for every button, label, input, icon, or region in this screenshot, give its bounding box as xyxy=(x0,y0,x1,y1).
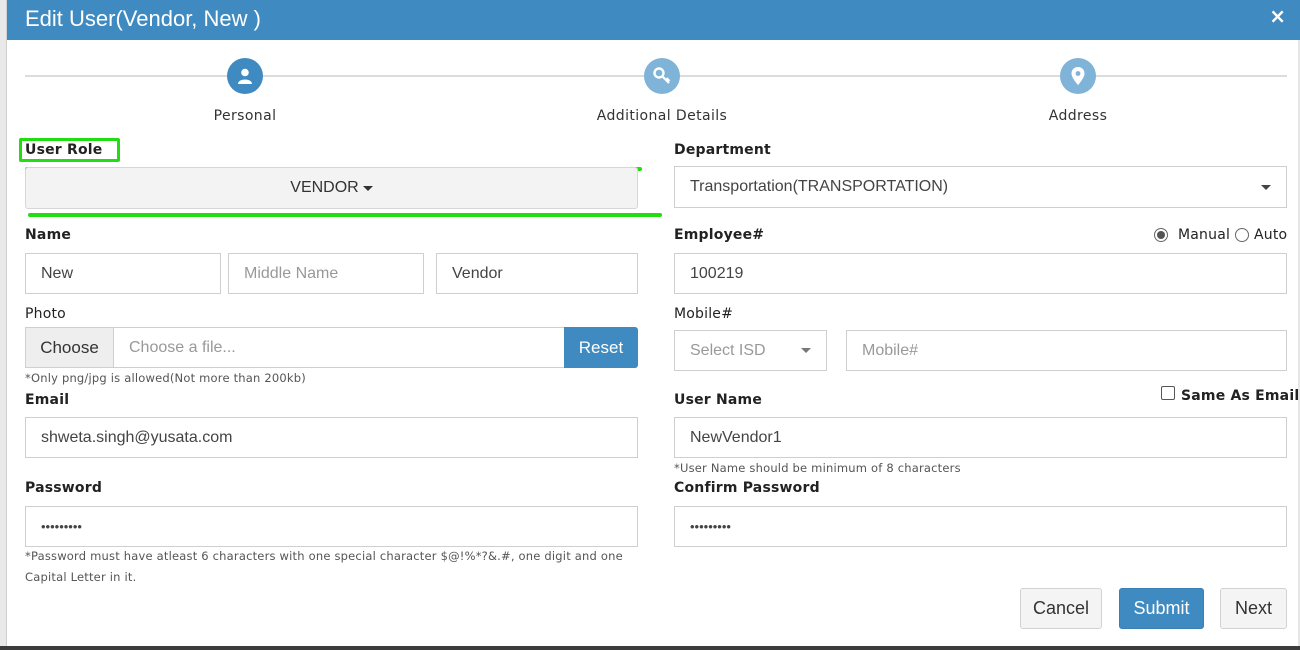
map-marker-icon xyxy=(1071,67,1085,85)
auto-radio-label: Auto xyxy=(1254,227,1288,243)
photo-label: Photo xyxy=(25,306,66,322)
step-additional-details[interactable] xyxy=(644,58,680,94)
password-hint-line2: Capital Letter in it. xyxy=(25,570,137,584)
close-icon[interactable]: × xyxy=(1269,4,1286,28)
cancel-button[interactable]: Cancel xyxy=(1020,588,1102,629)
username-input[interactable]: NewVendor1 xyxy=(674,417,1287,458)
employee-number-input[interactable]: 100219 xyxy=(674,253,1287,294)
password-value: ••••••••• xyxy=(41,519,82,534)
step-address[interactable] xyxy=(1060,58,1096,94)
background-page-bottom xyxy=(0,646,1300,650)
last-name-input[interactable]: Vendor xyxy=(436,253,638,294)
middle-name-input[interactable]: Middle Name xyxy=(228,253,424,294)
username-hint: *User Name should be minimum of 8 charac… xyxy=(674,461,961,475)
department-label: Department xyxy=(674,142,771,158)
auto-radio[interactable] xyxy=(1235,228,1249,242)
highlight-box xyxy=(19,138,120,162)
file-name-input[interactable]: Choose a file... xyxy=(113,327,565,368)
user-role-value: VENDOR xyxy=(290,179,359,196)
manual-radio-label: Manual xyxy=(1178,227,1231,243)
photo-hint: *Only png/jpg is allowed(Not more than 2… xyxy=(25,371,306,385)
confirm-password-value: ••••••••• xyxy=(690,519,731,534)
password-hint-line1: *Password must have atleast 6 characters… xyxy=(25,549,623,563)
user-icon xyxy=(238,68,252,84)
manual-radio[interactable] xyxy=(1154,228,1168,242)
key-icon xyxy=(653,67,671,84)
step-personal[interactable] xyxy=(227,58,263,94)
step-label-additional-details: Additional Details xyxy=(596,108,728,124)
isd-placeholder: Select ISD xyxy=(690,341,766,359)
user-role-dropdown[interactable]: VENDOR xyxy=(25,167,638,209)
first-name-value: New xyxy=(41,264,74,282)
file-name-placeholder: Choose a file... xyxy=(129,338,236,356)
name-label: Name xyxy=(25,227,72,243)
department-select[interactable]: Transportation(TRANSPORTATION) xyxy=(674,166,1287,208)
password-field[interactable]: ••••••••• xyxy=(25,506,638,547)
middle-name-placeholder: Middle Name xyxy=(244,264,339,282)
dialog-header: Edit User(Vendor, New ) × xyxy=(7,0,1300,40)
confirm-password-label: Confirm Password xyxy=(674,480,820,496)
choose-file-button[interactable]: Choose xyxy=(25,327,113,368)
email-label: Email xyxy=(25,392,70,408)
email-field[interactable]: shweta.singh@yusata.com xyxy=(25,417,638,458)
last-name-value: Vendor xyxy=(452,264,503,282)
email-value: shweta.singh@yusata.com xyxy=(41,428,233,446)
mobile-label: Mobile# xyxy=(674,306,734,322)
caret-down-icon xyxy=(362,185,373,191)
mobile-input[interactable]: Mobile# xyxy=(846,330,1287,371)
background-page-edge xyxy=(0,0,7,650)
isd-chevron-down-icon xyxy=(801,348,811,353)
confirm-password-field[interactable]: ••••••••• xyxy=(674,506,1287,547)
highlight-underline-bottom xyxy=(28,213,662,217)
mobile-placeholder: Mobile# xyxy=(862,341,919,359)
next-button[interactable]: Next xyxy=(1220,588,1287,629)
employee-label: Employee# xyxy=(674,227,765,243)
reset-button[interactable]: Reset xyxy=(564,327,638,368)
username-value: NewVendor1 xyxy=(690,428,782,446)
same-as-email-label: Same As Email xyxy=(1181,388,1300,404)
submit-button[interactable]: Submit xyxy=(1119,588,1204,629)
department-value: Transportation(TRANSPORTATION) xyxy=(690,178,949,195)
password-label: Password xyxy=(25,480,103,496)
dialog-title: Edit User(Vendor, New ) xyxy=(25,6,261,31)
first-name-input[interactable]: New xyxy=(25,253,221,294)
same-as-email-checkbox[interactable] xyxy=(1161,386,1175,400)
chevron-down-icon xyxy=(1261,185,1271,190)
username-label: User Name xyxy=(674,392,763,408)
employee-number-value: 100219 xyxy=(690,264,744,282)
step-label-personal: Personal xyxy=(213,108,277,124)
step-label-address: Address xyxy=(1048,108,1108,124)
